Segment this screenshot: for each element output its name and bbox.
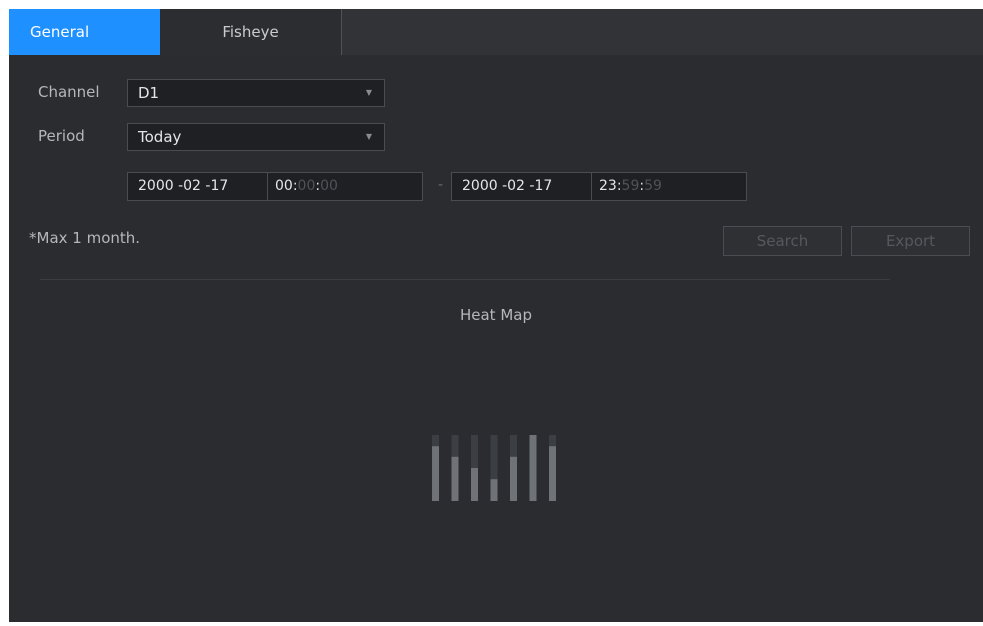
period-select[interactable]: Today ▼: [127, 123, 385, 151]
max-range-note: *Max 1 month.: [29, 229, 141, 247]
channel-label: Channel: [38, 83, 100, 101]
period-label: Period: [38, 127, 85, 145]
loading-bar: [432, 446, 439, 501]
start-date-input[interactable]: 2000 -02 -17: [128, 173, 268, 200]
export-button[interactable]: Export: [851, 226, 970, 256]
loading-bar: [490, 479, 498, 501]
loading-bar: [510, 456, 517, 501]
end-minute: 59: [621, 178, 640, 194]
channel-value: D1: [138, 84, 160, 102]
heatmap-title: Heat Map: [459, 306, 532, 324]
tab-fisheye[interactable]: Fisheye: [160, 9, 342, 55]
loading-bar-track: [471, 435, 478, 501]
tab-general[interactable]: General: [9, 9, 160, 55]
section-divider: [40, 279, 890, 280]
period-value: Today: [138, 128, 182, 146]
loading-bar-track: [451, 435, 459, 501]
range-separator: -: [438, 177, 444, 193]
loading-bar-track: [490, 435, 498, 501]
heatmap-panel: General Fisheye Channel D1 ▼ Period Toda…: [9, 9, 983, 622]
loading-bar-track: [432, 435, 439, 501]
start-second: 00: [320, 178, 338, 194]
loading-bar: [529, 435, 537, 501]
end-datetime-field[interactable]: 2000 -02 -17 23:59:59: [451, 172, 747, 201]
chevron-down-icon: ▼: [365, 88, 372, 97]
loading-bar-track: [549, 435, 556, 501]
tab-bar: General Fisheye: [9, 9, 983, 55]
loading-bar-track: [510, 435, 517, 501]
chevron-down-icon: ▼: [365, 132, 372, 141]
start-minute: 00: [297, 178, 316, 194]
end-date-input[interactable]: 2000 -02 -17: [452, 173, 592, 200]
channel-select[interactable]: D1 ▼: [127, 79, 385, 107]
start-hour: 00: [275, 178, 293, 194]
loading-bar: [471, 468, 478, 501]
end-time-input[interactable]: 23:59:59: [599, 173, 662, 200]
start-datetime-field[interactable]: 2000 -02 -17 00:00:00: [127, 172, 423, 201]
start-time-input[interactable]: 00:00:00: [275, 173, 338, 200]
loading-bar: [451, 456, 459, 501]
loading-bar: [549, 446, 556, 501]
loading-bar-track: [529, 435, 537, 501]
end-hour: 23: [599, 178, 617, 194]
end-second: 59: [644, 178, 662, 194]
search-button[interactable]: Search: [723, 226, 842, 256]
